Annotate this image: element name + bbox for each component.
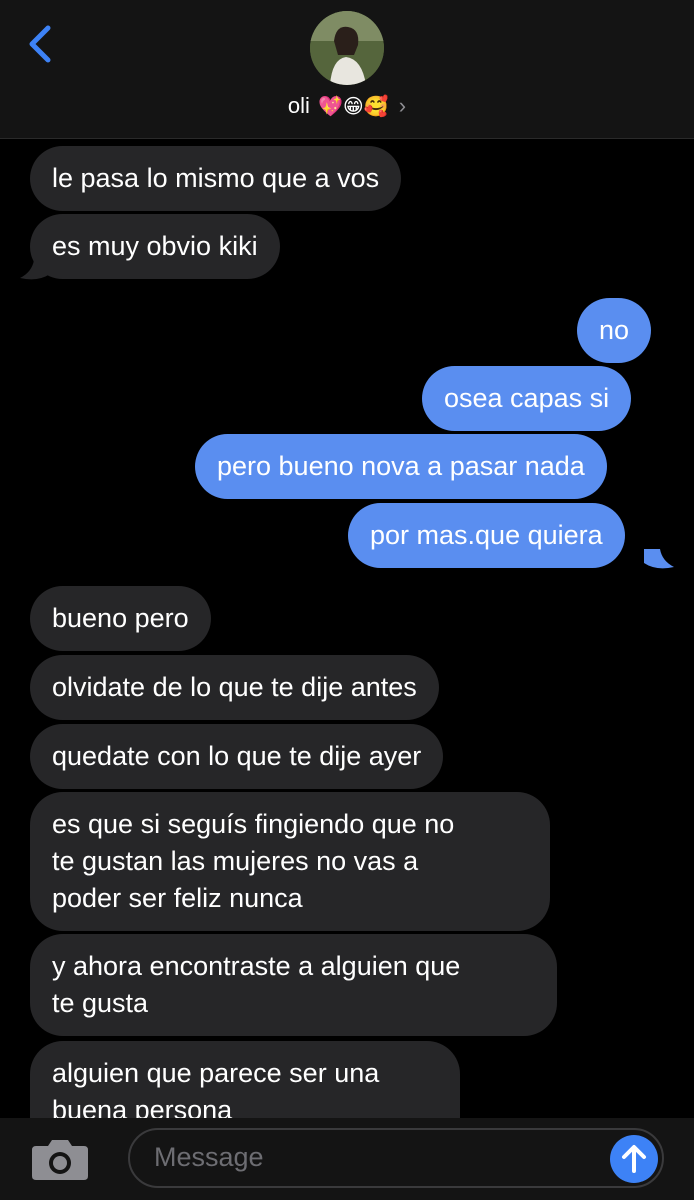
send-button[interactable] [610, 1135, 658, 1183]
message-text: bueno pero [52, 603, 189, 633]
message-text: osea capas si [444, 383, 610, 413]
message-line: te gusta [52, 988, 149, 1018]
contact-avatar[interactable] [310, 11, 384, 85]
message-bubble-incoming[interactable]: quedate con lo que te dije ayer [30, 724, 444, 789]
message-bubble-incoming[interactable]: es que si seguís fingiendo que no te gus… [30, 792, 550, 931]
camera-icon[interactable] [30, 1136, 90, 1182]
contact-name[interactable]: oli 💖😁🥰 › [0, 93, 694, 119]
message-bubble-incoming[interactable]: es muy obvio kiki [30, 214, 280, 279]
message-line: poder ser feliz nunca [52, 883, 303, 913]
message-bubble-outgoing[interactable]: por mas.que quiera [348, 503, 625, 568]
message-text: es muy obvio kiki [52, 231, 258, 261]
message-bubble-incoming[interactable]: olvidate de lo que te dije antes [30, 655, 439, 720]
contact-emojis: 💖😁🥰 [318, 94, 389, 118]
conversation-header: oli 💖😁🥰 › [0, 0, 694, 139]
message-text: no [599, 315, 630, 345]
message-bubble-incoming[interactable]: y ahora encontraste a alguien que te gus… [30, 934, 557, 1036]
message-line: alguien que parece ser una [52, 1058, 380, 1088]
message-line: y ahora encontraste a alguien que [52, 951, 461, 981]
message-line: te gustan las mujeres no vas a [52, 846, 419, 876]
arrow-up-icon [622, 1145, 646, 1173]
message-text: quedate con lo que te dije ayer [52, 741, 422, 771]
message-bubble-incoming[interactable]: le pasa lo mismo que a vos [30, 146, 402, 211]
bubble-tail-icon [20, 260, 50, 280]
message-placeholder: Message [154, 1142, 264, 1172]
message-text: por mas.que quiera [370, 520, 603, 550]
message-input[interactable]: Message [128, 1128, 664, 1188]
message-bubble-incoming[interactable]: bueno pero [30, 586, 211, 651]
message-text: le pasa lo mismo que a vos [52, 163, 380, 193]
message-text: pero bueno nova a pasar nada [217, 451, 585, 481]
message-text: olvidate de lo que te dije antes [52, 672, 417, 702]
chevron-right-icon[interactable]: › [399, 93, 406, 118]
message-line: es que si seguís fingiendo que no [52, 809, 455, 839]
back-chevron-icon[interactable] [22, 22, 62, 66]
message-bubble-outgoing[interactable]: no [577, 298, 652, 363]
bubble-tail-icon [644, 549, 674, 569]
message-bubble-outgoing[interactable]: osea capas si [422, 366, 632, 431]
composer-bar: Message [0, 1118, 694, 1200]
contact-name-text[interactable]: oli [288, 93, 310, 118]
message-bubble-outgoing[interactable]: pero bueno nova a pasar nada [195, 434, 607, 499]
